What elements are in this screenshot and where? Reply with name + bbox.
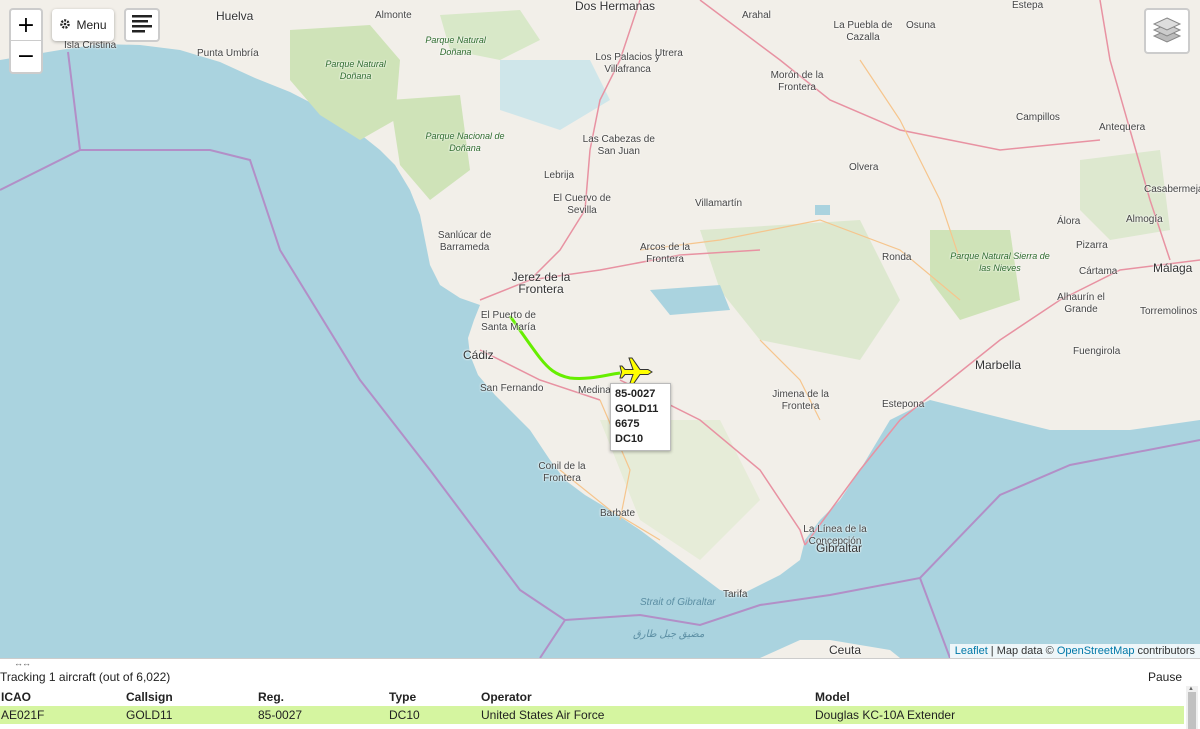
place-label: Osuna — [906, 20, 936, 31]
place-label: Barbate — [600, 508, 636, 519]
place-label: Parque Natural Doñana — [325, 59, 386, 81]
place-label: Parque Natural Doñana — [425, 35, 486, 57]
place-label: Estepona — [882, 399, 925, 410]
menu-button[interactable]: Menu — [52, 9, 114, 41]
gear-icon — [59, 18, 71, 33]
aircraft-reg: 85-0027 — [615, 388, 656, 400]
place-label: Álora — [1057, 216, 1081, 227]
place-label: Arcos de la Frontera — [639, 242, 691, 265]
col-model[interactable]: Model — [814, 688, 1184, 706]
cell-model: Douglas KC-10A Extender — [814, 706, 1184, 724]
zoom-out-button[interactable]: − — [11, 41, 41, 71]
zoom-in-button[interactable]: + — [11, 10, 41, 41]
place-label: Parque Natural Sierra de las Nieves — [950, 251, 1050, 273]
cell-operator: United States Air Force — [480, 706, 814, 724]
place-label: Cártama — [1079, 266, 1118, 277]
osm-link[interactable]: OpenStreetMap — [1057, 645, 1135, 657]
place-label: Antequera — [1099, 122, 1146, 133]
col-callsign[interactable]: Callsign — [125, 688, 257, 706]
place-label: Estepa — [1012, 0, 1044, 11]
place-label: Medina — [578, 385, 611, 396]
cell-icao: AE021F — [0, 706, 125, 724]
place-label: Villamartín — [695, 198, 743, 209]
aircraft-type: DC10 — [615, 433, 644, 445]
place-label: Campillos — [1016, 112, 1060, 123]
layers-button[interactable] — [1144, 8, 1190, 54]
cell-type: DC10 — [388, 706, 480, 724]
place-label: مضيق جبل طارق — [633, 629, 705, 640]
cell-reg: 85-0027 — [257, 706, 388, 724]
place-label: Torremolinos — [1140, 306, 1198, 317]
table-scrollbar[interactable]: ▲ — [1186, 686, 1198, 729]
place-label: Arahal — [742, 10, 771, 21]
place-label: Punta Umbría — [197, 48, 259, 59]
place-label: La Puebla de Cazalla — [833, 20, 893, 43]
col-type[interactable]: Type — [388, 688, 480, 706]
aircraft-list-toggle[interactable] — [124, 8, 160, 42]
col-reg[interactable]: Reg. — [257, 688, 388, 706]
place-label: Alhaurín el Grande — [1057, 292, 1105, 315]
scrollbar-thumb[interactable] — [1188, 692, 1196, 729]
place-label: Olvera — [849, 162, 879, 173]
place-label: Las Cabezas de San Juan — [582, 134, 655, 157]
zoom-control: + − — [9, 8, 43, 74]
place-label: Jimena de la Frontera — [772, 389, 829, 412]
place-label: Conil de la Frontera — [538, 461, 586, 484]
attribution-sep: | Map data © — [987, 645, 1057, 657]
place-label: Strait of Gibraltar — [640, 597, 716, 608]
attribution-suffix: contributors — [1134, 645, 1195, 657]
cell-callsign: GOLD11 — [125, 706, 257, 724]
place-label: Fuengirola — [1073, 346, 1121, 357]
resize-handle[interactable]: ↔↔ — [14, 658, 31, 668]
aircraft-altitude: 6675 — [615, 418, 640, 430]
layers-icon — [1152, 16, 1182, 47]
place-label: Ceuta — [829, 643, 862, 657]
place-label: Isla Cristina — [64, 40, 117, 51]
table-header-row: ICAO Callsign Reg. Type Operator Model — [0, 688, 1184, 706]
menu-label: Menu — [76, 18, 107, 32]
place-label: Casabermeja — [1144, 184, 1200, 195]
place-label: Almogía — [1126, 214, 1163, 225]
place-label: Cádiz — [463, 348, 494, 362]
tracking-status: Tracking 1 aircraft (out of 6,022) — [0, 670, 171, 684]
place-label: San Fernando — [480, 383, 544, 394]
place-label: El Cuervo de Sevilla — [553, 193, 611, 216]
aircraft-label[interactable]: 85-0027 GOLD11 6675 DC10 — [610, 383, 672, 451]
place-label: Huelva — [216, 9, 254, 23]
map-attribution: Leaflet | Map data © OpenStreetMap contr… — [949, 644, 1200, 658]
place-label: Jerez de la Frontera — [511, 270, 571, 296]
place-label: Parque Nacional de Doñana — [425, 131, 505, 153]
place-label: Sanlúcar de Barrameda — [437, 230, 492, 253]
place-label: Málaga — [1153, 261, 1193, 275]
aircraft-table: ICAO Callsign Reg. Type Operator Model A… — [0, 688, 1184, 724]
col-operator[interactable]: Operator — [480, 688, 814, 706]
leaflet-link[interactable]: Leaflet — [955, 645, 988, 657]
place-label: Dos Hermanas — [575, 0, 656, 13]
place-label: Morón de la Frontera — [770, 70, 824, 93]
table-row[interactable]: AE021F GOLD11 85-0027 DC10 United States… — [0, 706, 1184, 724]
aircraft-callsign: GOLD11 — [615, 403, 659, 415]
place-label: El Puerto de Santa María — [480, 310, 536, 333]
place-label: Utrera — [655, 48, 683, 59]
col-icao[interactable]: ICAO — [0, 688, 125, 706]
place-label: Lebrija — [544, 170, 575, 181]
place-label: Ronda — [882, 252, 912, 263]
list-icon — [131, 14, 153, 37]
place-label: Gibraltar — [816, 541, 863, 555]
aircraft-table-panel: ↔↔ Tracking 1 aircraft (out of 6,022) Pa… — [0, 658, 1200, 729]
place-label: Tarifa — [723, 589, 748, 600]
place-label: Almonte — [375, 10, 412, 21]
map-view[interactable]: Dos Hermanas Huelva Almonte Arahal La Puebla… — [0, 0, 1200, 658]
place-label: Pizarra — [1076, 240, 1108, 251]
map-canvas[interactable] — [0, 0, 1200, 658]
pause-button[interactable]: Pause — [1148, 670, 1182, 684]
place-label: Marbella — [975, 358, 1022, 372]
